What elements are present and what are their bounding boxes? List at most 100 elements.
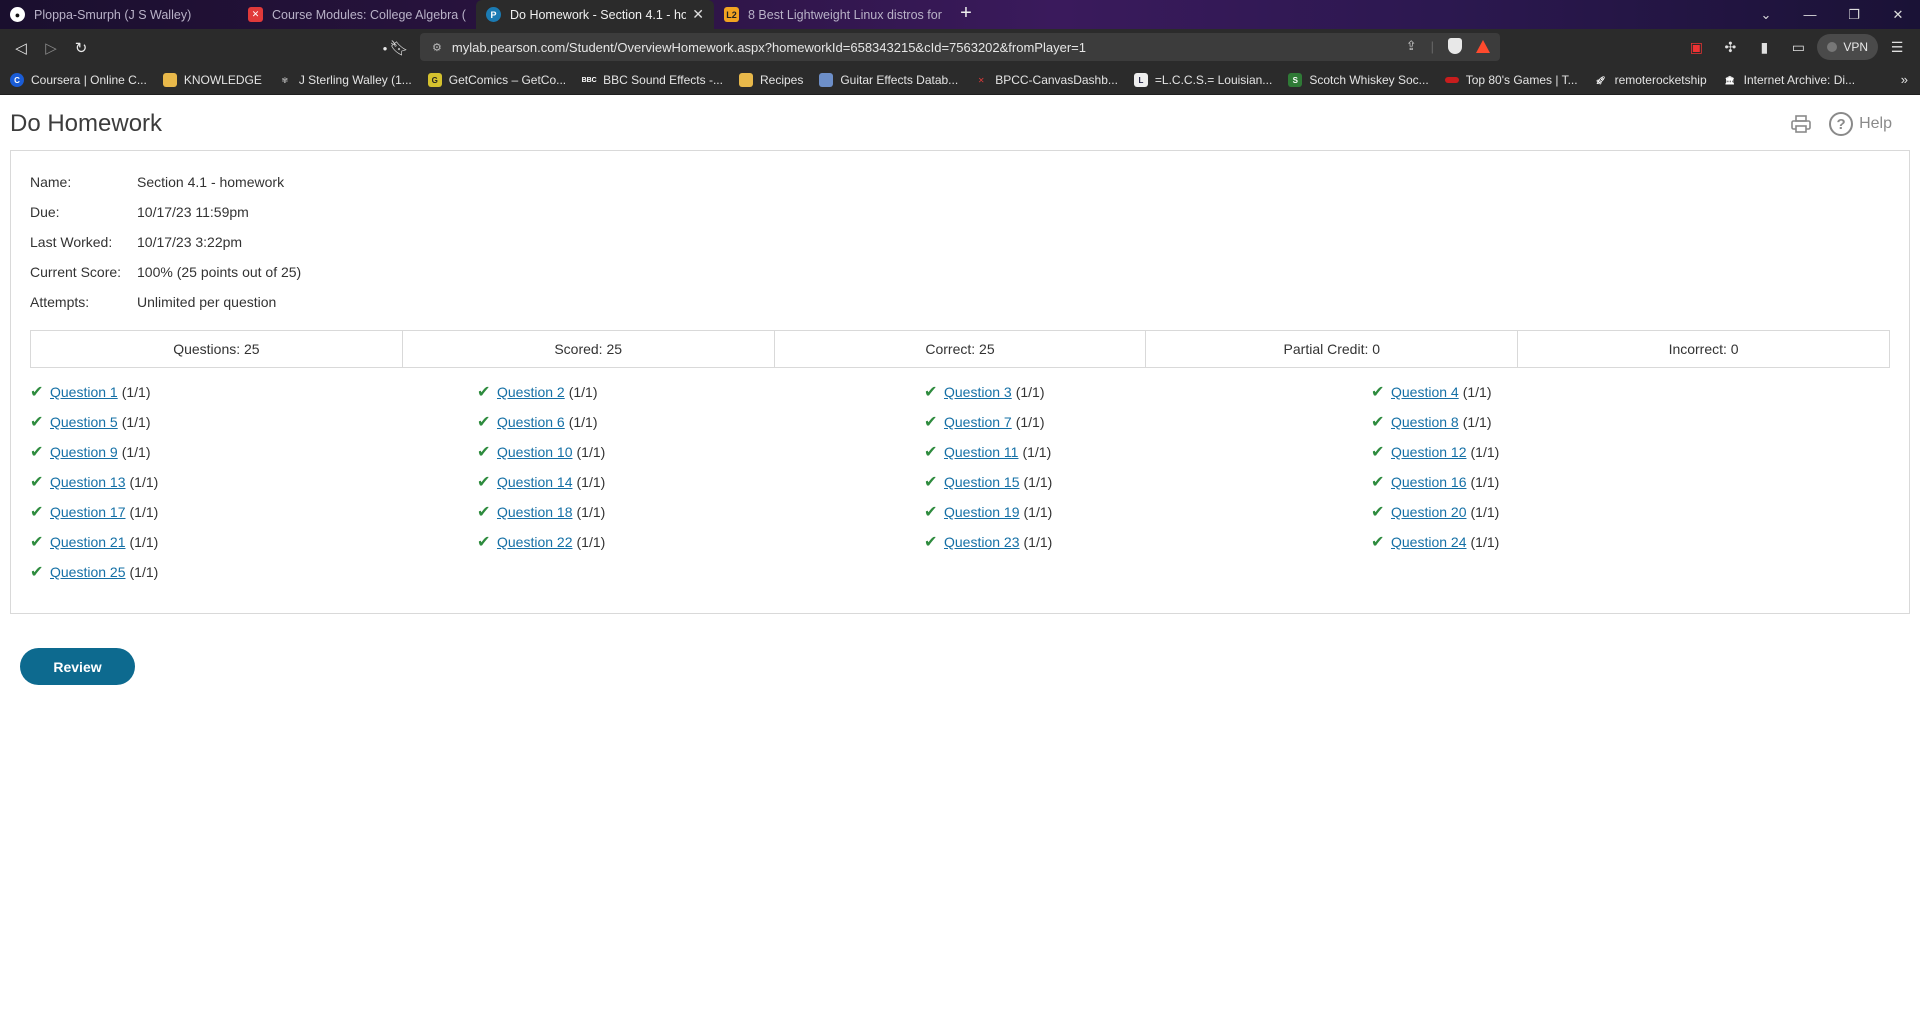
question-link[interactable]: Question 13 xyxy=(50,474,126,490)
bookmark-item[interactable]: KNOWLEDGE xyxy=(162,73,262,87)
checkmark-icon: ✔ xyxy=(30,414,44,431)
bookmark-item[interactable]: Top 80's Games | T... xyxy=(1444,73,1578,87)
checkmark-icon: ✔ xyxy=(924,534,938,551)
more-bookmarks-button[interactable]: » xyxy=(1901,72,1908,87)
puzzle-icon[interactable]: ✣ xyxy=(1715,33,1745,61)
question-link[interactable]: Question 10 xyxy=(497,444,573,460)
wallet-icon[interactable]: ▭ xyxy=(1783,33,1813,61)
bookmark-item[interactable]: S Scotch Whiskey Soc... xyxy=(1288,73,1429,87)
question-link[interactable]: Question 22 xyxy=(497,534,573,550)
brave-rewards-icon[interactable] xyxy=(1476,39,1490,53)
bookmark-item[interactable]: BBC BBC Sound Effects -... xyxy=(582,73,723,87)
whiskey-icon: S xyxy=(1288,73,1303,87)
brave-shield-icon[interactable] xyxy=(1448,38,1462,54)
question-item: ✔ Question 7 (1/1) xyxy=(924,412,1371,432)
assignment-info: Name: Section 4.1 - homework Due: 10/17/… xyxy=(30,167,301,317)
question-link[interactable]: Question 20 xyxy=(1391,504,1467,520)
bookmark-item[interactable]: L =L.C.C.S.= Louisian... xyxy=(1133,73,1272,87)
question-link[interactable]: Question 24 xyxy=(1391,534,1467,550)
window-controls: ⌄ — ❐ ✕ xyxy=(1744,0,1920,29)
info-value: Section 4.1 - homework xyxy=(137,174,285,190)
question-link[interactable]: Question 23 xyxy=(944,534,1020,550)
question-score: (1/1) xyxy=(1470,474,1500,490)
site-info-icon[interactable]: ⚙ xyxy=(432,41,442,54)
tab-canvas[interactable]: ✕ Course Modules: College Algebra (MA xyxy=(238,0,476,29)
question-link[interactable]: Question 1 xyxy=(50,384,118,400)
question-score: (1/1) xyxy=(1470,504,1500,520)
question-link[interactable]: Question 17 xyxy=(50,504,126,520)
question-link[interactable]: Question 9 xyxy=(50,444,118,460)
question-link[interactable]: Question 7 xyxy=(944,414,1012,430)
question-link[interactable]: Question 18 xyxy=(497,504,573,520)
back-icon[interactable]: ◁ xyxy=(6,33,36,63)
extension-icon[interactable]: ▣ xyxy=(1681,33,1711,61)
tab-do-homework[interactable]: P Do Homework - Section 4.1 - hor ✕ xyxy=(476,0,714,29)
tab-linux-distros[interactable]: L2 8 Best Lightweight Linux distros for … xyxy=(714,0,952,29)
info-key: Last Worked: xyxy=(30,234,113,250)
pearson-icon: P xyxy=(486,7,501,22)
close-window-icon[interactable]: ✕ xyxy=(1876,0,1920,29)
close-icon[interactable]: ✕ xyxy=(692,6,704,23)
chevron-down-icon[interactable]: ⌄ xyxy=(1744,0,1788,29)
question-row: ✔ Question 25 (1/1) xyxy=(30,557,1890,587)
coursera-icon: C xyxy=(10,73,24,87)
question-link[interactable]: Question 15 xyxy=(944,474,1020,490)
question-link[interactable]: Question 3 xyxy=(944,384,1012,400)
restore-icon[interactable]: ❐ xyxy=(1832,0,1876,29)
share-icon[interactable]: ⇪ xyxy=(1406,38,1417,54)
checkmark-icon: ✔ xyxy=(924,414,938,431)
checkmark-icon: ✔ xyxy=(30,474,44,491)
checkmark-icon: ✔ xyxy=(924,474,938,491)
question-item: ✔ Question 14 (1/1) xyxy=(477,472,924,492)
reload-icon[interactable]: ↻ xyxy=(66,33,96,63)
summary-partial-credit: Partial Credit: 0 xyxy=(1146,331,1519,367)
question-score: (1/1) xyxy=(121,414,151,430)
question-item: ✔ Question 16 (1/1) xyxy=(1371,472,1818,492)
question-item: ✔ Question 20 (1/1) xyxy=(1371,502,1818,522)
forward-icon[interactable]: ▷ xyxy=(36,33,66,63)
question-score: (1/1) xyxy=(576,474,606,490)
question-link[interactable]: Question 19 xyxy=(944,504,1020,520)
bookmark-item[interactable]: 🚀︎ remoterocketship xyxy=(1594,73,1707,87)
checkmark-icon: ✔ xyxy=(1371,384,1385,401)
question-score: (1/1) xyxy=(1015,414,1045,430)
bookmark-icon[interactable]: 🔖︎ xyxy=(384,33,414,63)
question-item: ✔ Question 12 (1/1) xyxy=(1371,442,1818,462)
url-text[interactable]: mylab.pearson.com/Student/OverviewHomewo… xyxy=(452,40,1086,55)
bookmark-item[interactable]: C Coursera | Online C... xyxy=(10,73,147,87)
bookmark-item[interactable]: 🏛︎ Internet Archive: Di... xyxy=(1723,73,1855,87)
bookmark-item[interactable]: ✕ BPCC-CanvasDashb... xyxy=(974,73,1118,87)
question-link[interactable]: Question 6 xyxy=(497,414,565,430)
question-link[interactable]: Question 14 xyxy=(497,474,573,490)
question-link[interactable]: Question 21 xyxy=(50,534,126,550)
bookmark-item[interactable]: ✾ J Sterling Walley (1... xyxy=(278,73,411,87)
question-link[interactable]: Question 2 xyxy=(497,384,565,400)
question-link[interactable]: Question 25 xyxy=(50,564,126,580)
vpn-button[interactable]: VPN xyxy=(1817,34,1878,60)
canvas-icon: ✕ xyxy=(977,75,985,85)
menu-icon[interactable]: ☰ xyxy=(1882,33,1912,61)
bbc-icon: BBC xyxy=(581,76,597,84)
checkmark-icon: ✔ xyxy=(1371,504,1385,521)
question-item: ✔ Question 3 (1/1) xyxy=(924,382,1371,402)
review-button[interactable]: Review xyxy=(20,648,135,685)
question-link[interactable]: Question 11 xyxy=(944,444,1018,460)
bookmark-item[interactable]: Recipes xyxy=(738,73,803,87)
bookmark-item[interactable]: G GetComics – GetCo... xyxy=(427,73,566,87)
print-icon[interactable] xyxy=(1791,115,1811,133)
question-score: (1/1) xyxy=(1023,504,1053,520)
question-link[interactable]: Question 8 xyxy=(1391,414,1459,430)
tab-github[interactable]: ● Ploppa-Smurph (J S Walley) xyxy=(0,0,238,29)
sidebar-icon[interactable]: ▮ xyxy=(1749,33,1779,61)
question-link[interactable]: Question 4 xyxy=(1391,384,1459,400)
question-link[interactable]: Question 16 xyxy=(1391,474,1467,490)
question-link[interactable]: Question 5 xyxy=(50,414,118,430)
question-item: ✔ Question 2 (1/1) xyxy=(477,382,924,402)
minimize-icon[interactable]: — xyxy=(1788,0,1832,29)
question-link[interactable]: Question 12 xyxy=(1391,444,1467,460)
address-bar[interactable]: ⚙ mylab.pearson.com/Student/OverviewHome… xyxy=(420,33,1500,61)
question-score: (1/1) xyxy=(129,474,159,490)
new-tab-button[interactable]: + xyxy=(952,0,980,29)
bookmark-item[interactable]: Guitar Effects Datab... xyxy=(819,73,958,87)
help-button[interactable]: ? Help xyxy=(1829,112,1892,136)
